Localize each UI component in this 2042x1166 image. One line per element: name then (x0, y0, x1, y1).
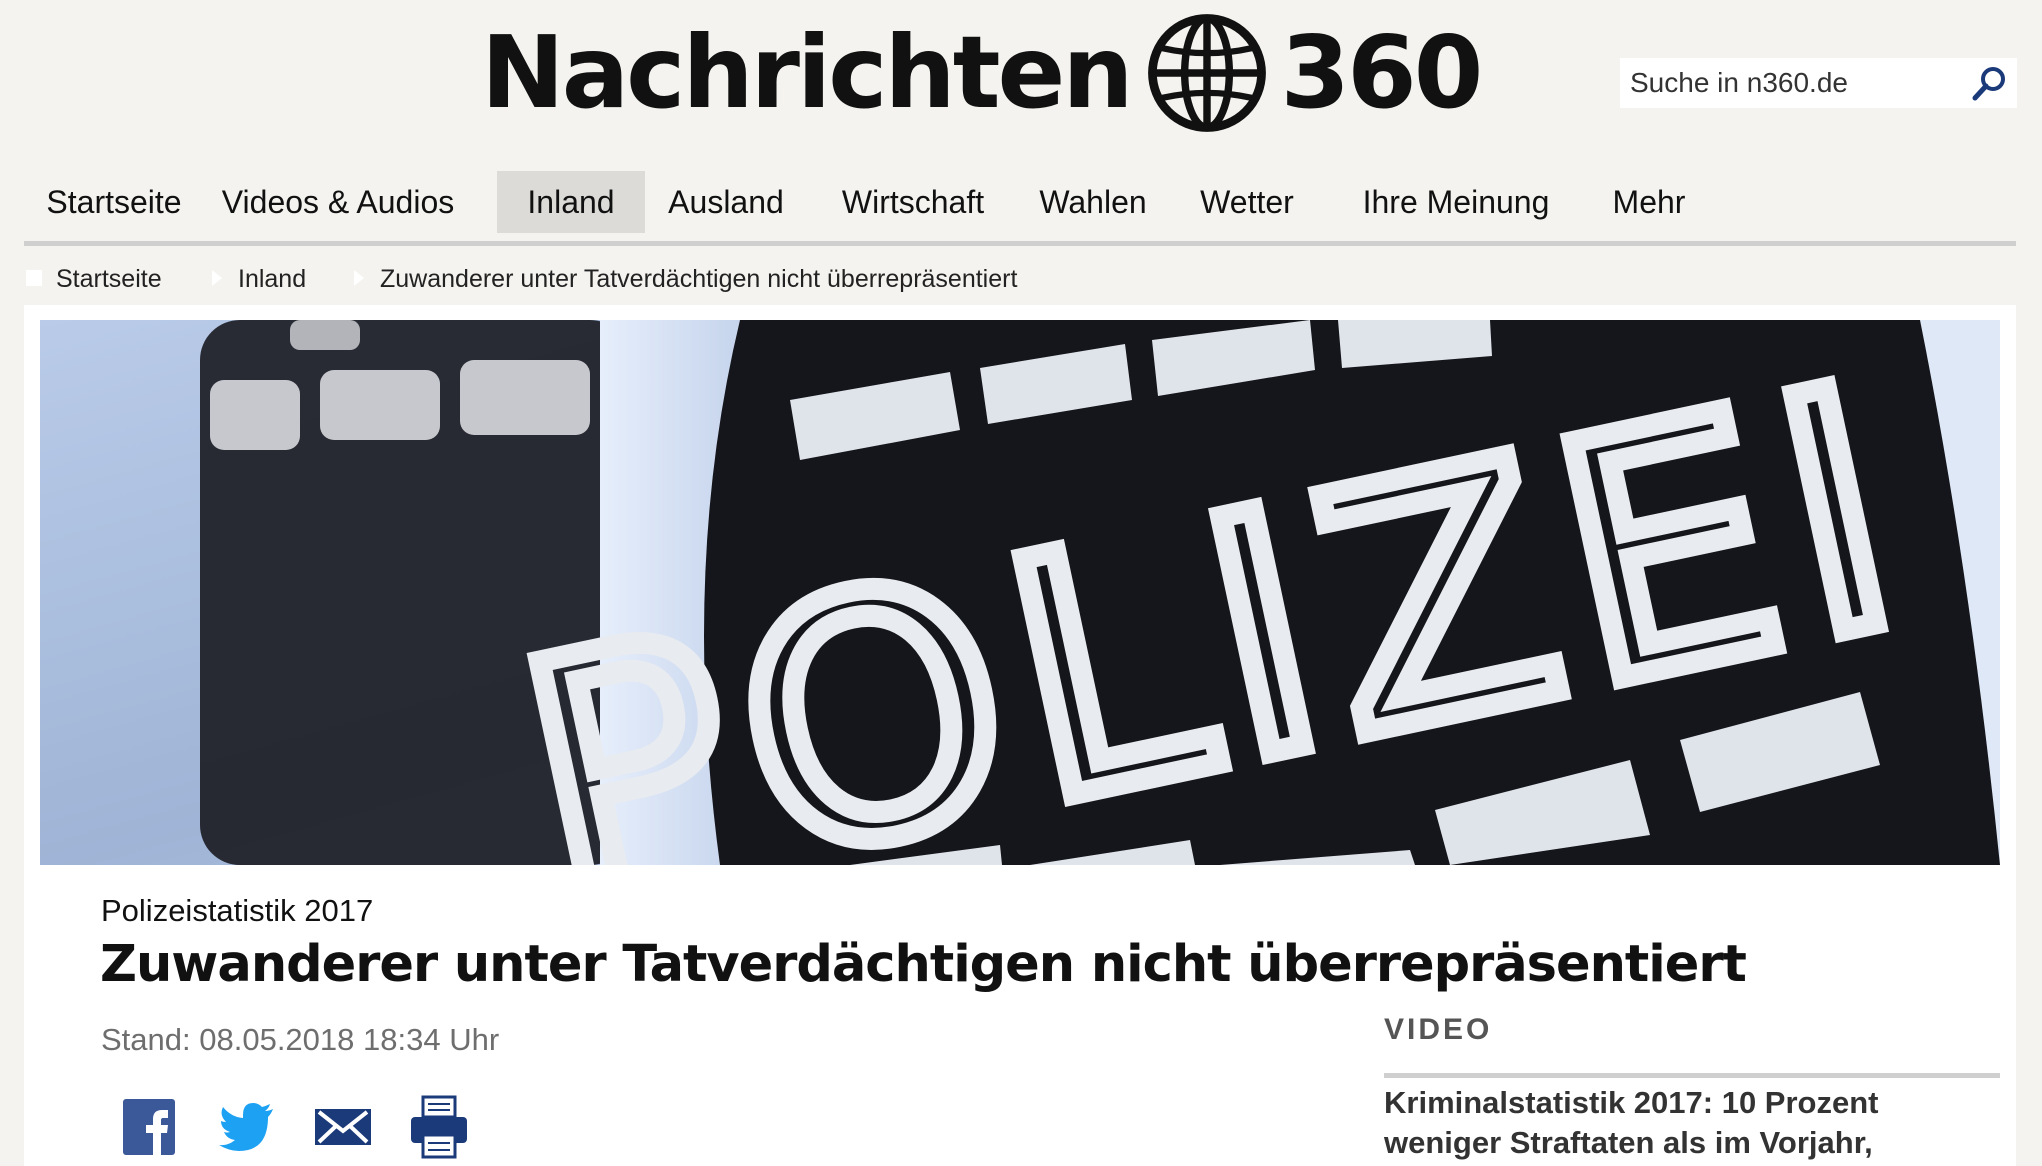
home-marker-icon (26, 270, 42, 286)
video-title-line-1: Kriminalstatistik 2017: 10 Prozent (1384, 1085, 1879, 1120)
breadcrumb-item-startseite[interactable]: Startseite (56, 262, 162, 296)
chevron-right-icon (354, 270, 364, 286)
nav-item-startseite[interactable]: Startseite (44, 171, 184, 233)
print-icon[interactable] (407, 1095, 471, 1159)
site-logo[interactable]: Nachrichten 360 (481, 10, 1484, 135)
search-icon (1972, 67, 2005, 101)
video-section-divider (1384, 1073, 2000, 1078)
breadcrumb-item-inland[interactable]: Inland (238, 262, 306, 296)
video-teaser-link[interactable]: Kriminalstatistik 2017: 10 Prozent wenig… (1384, 1083, 2000, 1163)
breadcrumb-item-current: Zuwanderer unter Tatverdächtigen nicht ü… (380, 265, 1018, 293)
police-vest-illustration: POLIZEI (40, 320, 2000, 865)
hero-image: POLIZEI (40, 320, 2000, 865)
nav-item-ihre-meinung[interactable]: Ihre Meinung (1361, 171, 1551, 233)
twitter-icon[interactable] (215, 1095, 279, 1159)
chevron-right-icon (212, 270, 222, 286)
facebook-icon[interactable] (119, 1095, 183, 1159)
logo-text-360: 360 (1280, 13, 1484, 131)
article-headline: Zuwanderer unter Tatverdächtigen nicht ü… (100, 935, 1747, 994)
nav-item-mehr[interactable]: Mehr (1609, 171, 1689, 233)
globe-icon (1147, 13, 1266, 132)
article-kicker: Polizeistatistik 2017 (101, 893, 374, 928)
article-panel: POLIZEI Polizeistatistik 2017 Zuwanderer… (24, 305, 2016, 1166)
nav-item-wahlen[interactable]: Wahlen (1038, 171, 1148, 233)
main-navigation: Startseite Videos & Audios Inland Auslan… (24, 171, 2016, 246)
nav-item-wetter[interactable]: Wetter (1197, 171, 1297, 233)
search-button[interactable] (1967, 62, 2011, 106)
video-section-label: VIDEO (1384, 1013, 1493, 1046)
search-box (1620, 58, 2017, 108)
nav-item-inland[interactable]: Inland (497, 171, 645, 233)
search-input[interactable] (1620, 58, 1950, 108)
nav-item-wirtschaft[interactable]: Wirtschaft (838, 171, 988, 233)
nav-item-ausland[interactable]: Ausland (664, 171, 788, 233)
mail-icon[interactable] (311, 1095, 375, 1159)
nav-item-videos-audios[interactable]: Videos & Audios (220, 171, 456, 233)
video-title-line-2: weniger Straftaten als im Vorjahr, (1384, 1125, 1873, 1160)
logo-text-nachrichten: Nachrichten (481, 13, 1134, 131)
article-timestamp: Stand: 08.05.2018 18:34 Uhr (101, 1022, 500, 1057)
